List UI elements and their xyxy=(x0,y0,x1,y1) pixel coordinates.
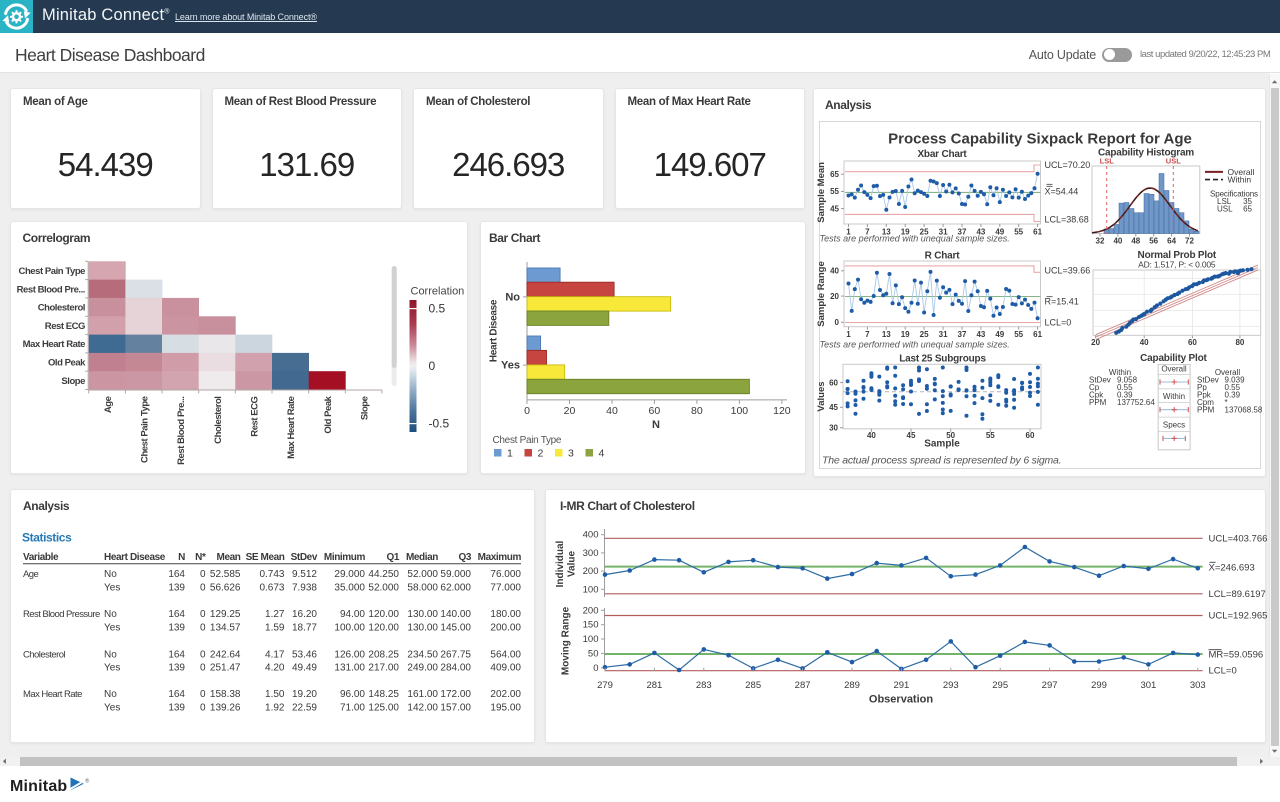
svg-text:®: ® xyxy=(85,777,89,784)
